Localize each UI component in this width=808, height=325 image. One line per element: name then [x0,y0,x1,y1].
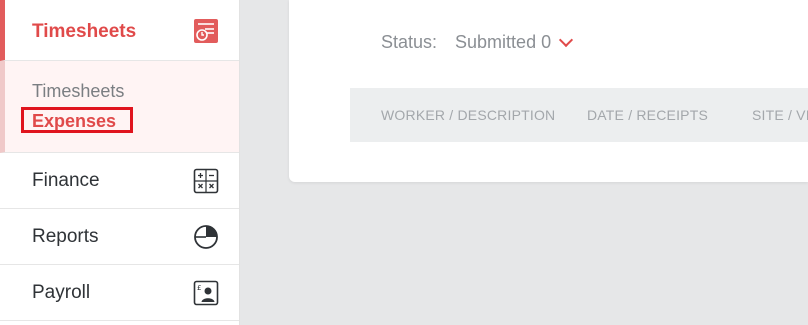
sidebar-item-finance[interactable]: Finance [0,153,239,209]
payroll-id-icon: £ [193,280,219,306]
column-header-site[interactable]: SITE / VI [752,107,808,123]
sidebar-item-next[interactable] [0,321,239,325]
sidebar-item-label: Payroll [32,281,91,303]
column-header-date[interactable]: DATE / RECEIPTS [587,107,708,123]
submenu-item-timesheets[interactable]: Timesheets [32,81,124,102]
timesheet-clock-icon [193,18,219,44]
expenses-highlight-box [21,107,133,133]
pie-chart-icon [193,224,219,250]
column-header-worker[interactable]: WORKER / DESCRIPTION [381,107,555,123]
sidebar-item-reports[interactable]: Reports [0,209,239,265]
chevron-down-icon[interactable] [559,32,574,47]
sidebar-item-label: Finance [32,169,100,191]
timesheets-card: Status: Submitted 0 WORKER / DESCRIPTION… [289,0,808,182]
sidebar: Timesheets Timesheets Expenses Finance R… [0,0,240,325]
sidebar-item-timesheets[interactable]: Timesheets [0,0,239,61]
table-header: WORKER / DESCRIPTION DATE / RECEIPTS SIT… [350,88,808,142]
status-label: Status: [381,32,438,52]
sidebar-item-payroll[interactable]: Payroll £ [0,265,239,321]
svg-text:£: £ [197,284,201,292]
timesheets-submenu: Timesheets Expenses [0,61,239,153]
sidebar-item-label: Timesheets [32,21,137,42]
sidebar-item-label: Reports [32,225,99,247]
status-filter[interactable]: Status: Submitted 0 [381,32,574,53]
status-value[interactable]: Submitted 0 [455,32,551,53]
calculator-icon [193,168,219,194]
